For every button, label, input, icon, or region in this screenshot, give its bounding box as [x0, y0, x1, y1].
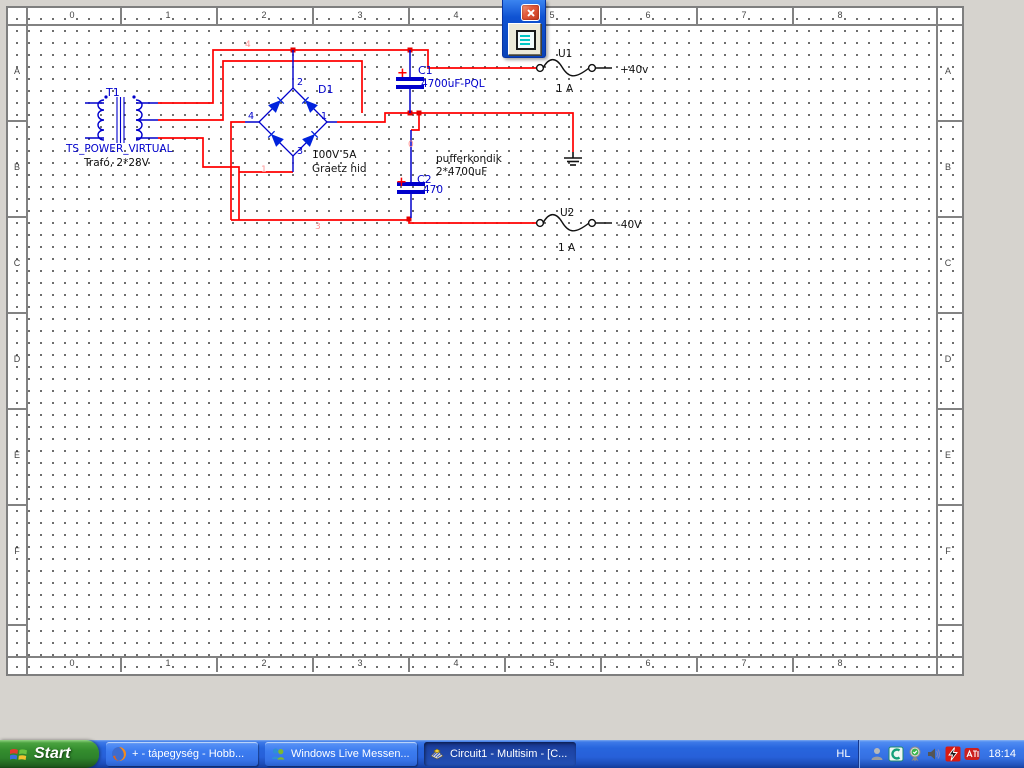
ruler-tick — [408, 8, 410, 24]
taskbar-button-label: + - tápegység - Hobb... — [132, 748, 245, 760]
schematic-sheet[interactable]: 0 1 2 3 4 5 6 7 8 0 1 2 3 4 5 6 7 8 A B C D E F A B C D E F — [6, 6, 964, 676]
ruler-divider-right — [936, 8, 938, 674]
floating-toolbar[interactable] — [502, 0, 546, 58]
messenger-icon — [270, 746, 286, 762]
ruler-tick — [936, 504, 962, 506]
ruler-tick — [600, 8, 602, 24]
multisim-icon — [429, 746, 445, 762]
user-icon[interactable] — [869, 746, 885, 762]
language-indicator[interactable]: HL — [828, 745, 858, 763]
ruler-label: 6 — [645, 10, 651, 20]
ruler-tick — [120, 8, 122, 24]
in-use-list-button[interactable] — [508, 23, 541, 55]
messenger-status-icon[interactable] — [888, 746, 904, 762]
tray-clock[interactable]: 18:14 — [988, 748, 1016, 760]
start-label: Start — [34, 745, 71, 762]
ruler-divider-left — [26, 8, 28, 674]
volume-icon[interactable] — [926, 746, 942, 762]
ruler-label: C — [944, 258, 952, 268]
ruler-tick — [792, 656, 794, 672]
ruler-tick — [936, 408, 962, 410]
firefox-icon — [111, 746, 127, 762]
ruler-label: 2 — [261, 658, 267, 668]
ruler-label: 0 — [69, 10, 75, 20]
ruler-tick — [216, 8, 218, 24]
ruler-label: 6 — [645, 658, 651, 668]
ruler-tick — [792, 8, 794, 24]
ruler-tick — [312, 656, 314, 672]
ruler-tick — [8, 312, 26, 314]
ruler-tick — [216, 656, 218, 672]
ruler-label: E — [944, 450, 951, 460]
ruler-label: C — [13, 258, 21, 268]
ruler-label: E — [13, 450, 20, 460]
ruler-label: F — [945, 546, 951, 556]
ruler-label: 5 — [549, 10, 555, 20]
ruler-tick — [936, 312, 962, 314]
ruler-label: 3 — [357, 10, 363, 20]
ruler-tick — [696, 8, 698, 24]
taskbar-button-label: Circuit1 - Multisim - [C... — [450, 748, 568, 760]
ruler-divider-bottom — [8, 656, 962, 658]
ruler-label: D — [944, 354, 952, 364]
ruler-label: A — [13, 66, 20, 76]
taskbar: Start + - tápegység - Hobb... Windows Li… — [0, 740, 1024, 768]
ruler-tick — [8, 504, 26, 506]
taskbar-button-label: Windows Live Messen... — [291, 748, 410, 760]
ruler-tick — [696, 656, 698, 672]
ruler-tick — [504, 656, 506, 672]
multisim-desktop: { "floating_toolbar": { "icons": { "clos… — [0, 0, 1024, 768]
ruler-label: 5 — [549, 658, 555, 668]
ruler-label: 8 — [837, 10, 843, 20]
ruler-tick — [600, 656, 602, 672]
ruler-label: 4 — [453, 658, 459, 668]
ruler-label: B — [944, 162, 951, 172]
ruler-tick — [312, 8, 314, 24]
ruler-label: 3 — [357, 658, 363, 668]
ruler-label: 7 — [741, 10, 747, 20]
badge-check-icon[interactable] — [907, 746, 923, 762]
ruler-tick — [8, 408, 26, 410]
taskbar-button-firefox[interactable]: + - tápegység - Hobb... — [106, 742, 258, 766]
ruler-tick — [936, 624, 962, 626]
ruler-label: 1 — [165, 658, 171, 668]
ruler-tick — [8, 216, 26, 218]
start-button[interactable]: Start — [0, 740, 99, 768]
ruler-label: B — [13, 162, 20, 172]
windows-flag-icon — [10, 749, 27, 760]
system-tray: 18:14 — [858, 740, 1024, 768]
ati-icon[interactable] — [964, 746, 980, 762]
close-icon[interactable] — [521, 4, 540, 21]
taskbar-button-multisim[interactable]: Circuit1 - Multisim - [C... — [424, 742, 576, 766]
ruler-label: A — [944, 66, 951, 76]
ruler-tick — [936, 120, 962, 122]
ruler-divider-top — [8, 24, 962, 26]
ruler-tick — [408, 656, 410, 672]
ruler-label: 4 — [453, 10, 459, 20]
ruler-label: 7 — [741, 658, 747, 668]
in-use-list-icon — [516, 30, 536, 50]
ruler-label: F — [14, 546, 20, 556]
ruler-tick — [120, 656, 122, 672]
ruler-label: D — [13, 354, 21, 364]
ruler-tick — [936, 216, 962, 218]
taskbar-button-messenger[interactable]: Windows Live Messen... — [265, 742, 417, 766]
ruler-label: 8 — [837, 658, 843, 668]
power-icon[interactable] — [945, 746, 961, 762]
ruler-tick — [8, 120, 26, 122]
ruler-label: 1 — [165, 10, 171, 20]
ruler-label: 2 — [261, 10, 267, 20]
ruler-label: 0 — [69, 658, 75, 668]
ruler-tick — [8, 624, 26, 626]
